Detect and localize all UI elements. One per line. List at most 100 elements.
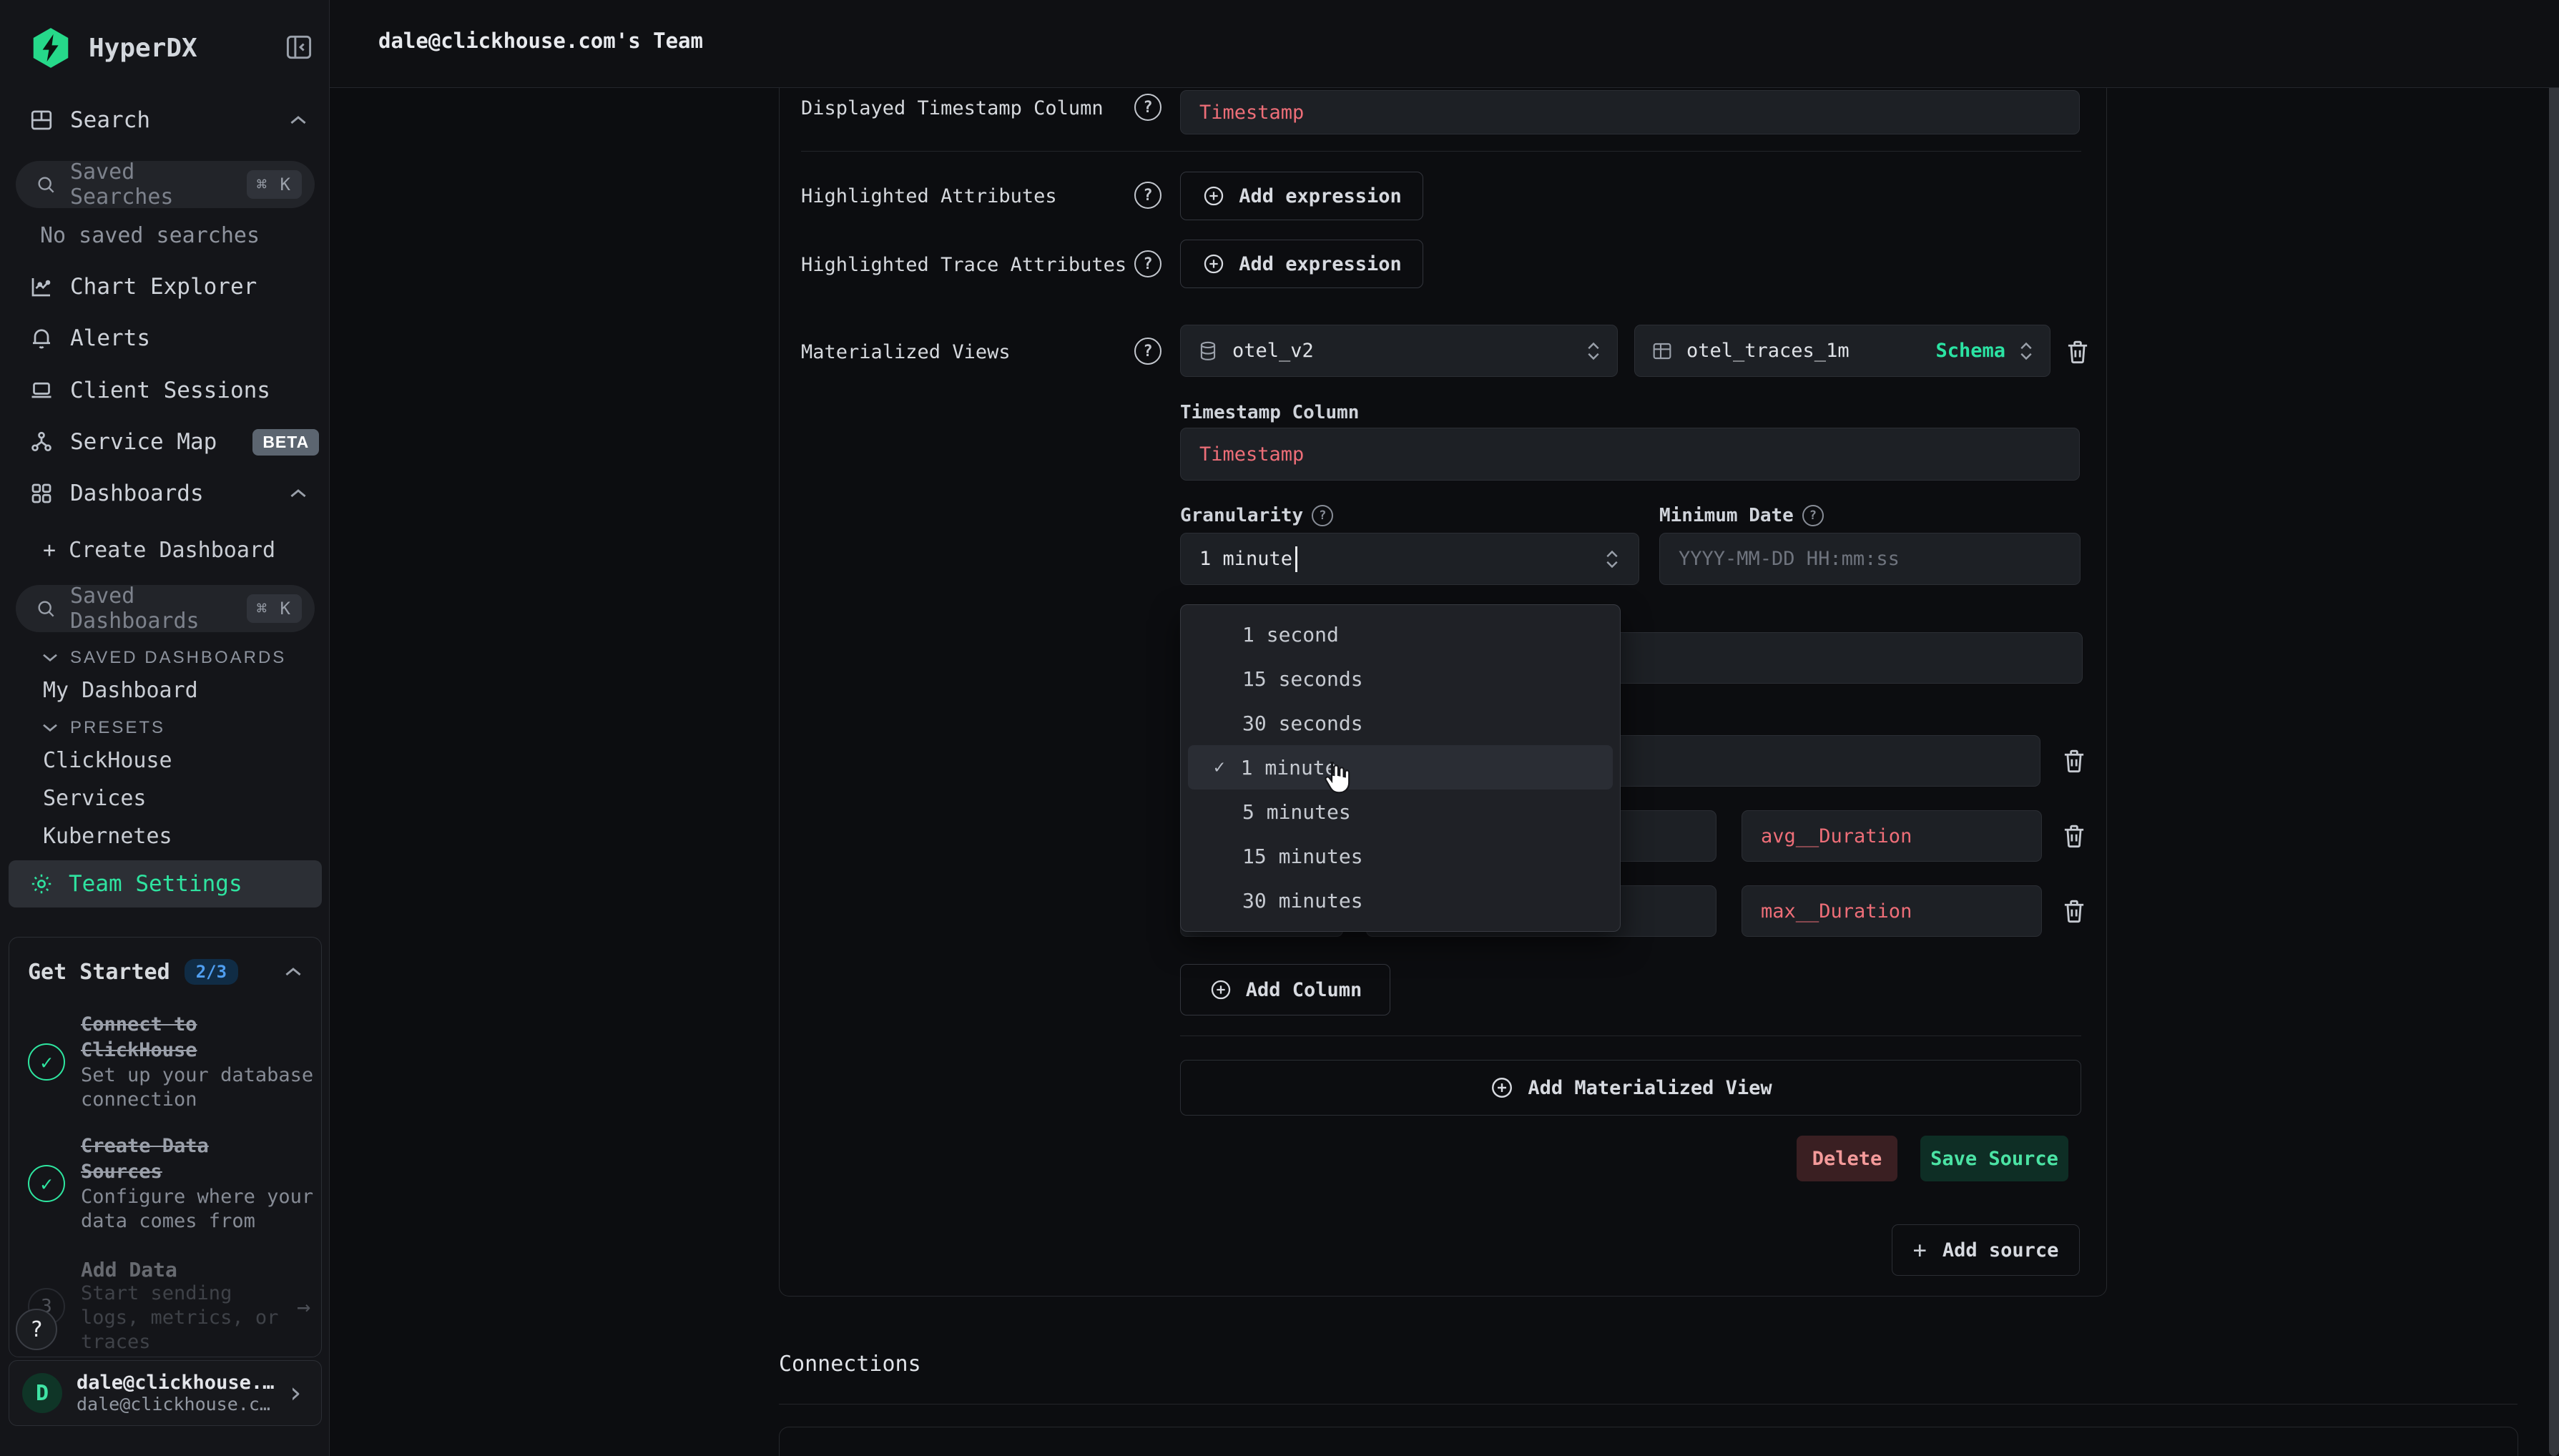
team-settings-label: Team Settings bbox=[69, 871, 242, 897]
timestamp-column-input[interactable]: Timestamp bbox=[1180, 428, 2080, 481]
delete-column-trash-icon[interactable] bbox=[2059, 821, 2089, 851]
connections-heading: Connections bbox=[779, 1352, 921, 1377]
sidebar-item-alerts[interactable]: Alerts bbox=[0, 315, 330, 361]
presets-header[interactable]: PRESETS bbox=[41, 718, 165, 738]
sidebar-item-chart-explorer[interactable]: Chart Explorer bbox=[0, 264, 330, 310]
sidebar-item-services[interactable]: Services bbox=[43, 786, 147, 811]
get-started-title: Get Started bbox=[28, 960, 170, 985]
user-name: dale@clickhouse.… bbox=[77, 1372, 272, 1394]
brand[interactable]: HyperDX bbox=[29, 26, 197, 70]
add-expression-button[interactable]: Add expression bbox=[1180, 240, 1423, 288]
step-title: Connect to ClickHouse bbox=[81, 1012, 245, 1063]
highlighted-trace-attributes-label: Highlighted Trace Attributes bbox=[801, 254, 1126, 276]
select-caret-icon bbox=[1586, 340, 1601, 362]
dropdown-option[interactable]: 30 seconds bbox=[1188, 701, 1613, 745]
timestamp-column-label: Timestamp Column bbox=[1180, 402, 1359, 423]
dropdown-option[interactable]: 15 minutes bbox=[1188, 834, 1613, 878]
collapse-sidebar-icon[interactable] bbox=[283, 31, 315, 63]
page-scrollbar[interactable] bbox=[2549, 0, 2559, 1456]
sidebar-item-label: Dashboards bbox=[70, 481, 204, 506]
column-alias-input[interactable]: avg__Duration bbox=[1742, 810, 2042, 862]
search-section-icon bbox=[29, 107, 54, 133]
displayed-timestamp-label: Displayed Timestamp Column bbox=[801, 97, 1104, 119]
user-menu[interactable]: D dale@clickhouse.… dale@clickhouse.c… › bbox=[9, 1360, 322, 1426]
gear-icon bbox=[29, 871, 54, 897]
add-expression-button[interactable]: Add expression bbox=[1180, 172, 1423, 220]
add-column-button[interactable]: Add Column bbox=[1180, 964, 1390, 1015]
avatar: D bbox=[22, 1373, 62, 1413]
chevron-up-icon[interactable] bbox=[289, 488, 308, 499]
step-desc: Configure where your data comes from bbox=[81, 1185, 317, 1234]
sidebar-item-search[interactable]: Search bbox=[0, 97, 330, 143]
get-started-step-3[interactable]: 3 Add Data Start sending logs, metrics, … bbox=[9, 1234, 321, 1354]
delete-button[interactable]: Delete bbox=[1797, 1136, 1897, 1181]
sidebar-item-service-map[interactable]: Service Map BETA bbox=[0, 419, 330, 465]
info-circle-icon[interactable]: ? bbox=[1802, 505, 1824, 526]
team-page-title: dale@clickhouse.com's Team bbox=[378, 29, 703, 53]
shortcut-badge: ⌘ K bbox=[247, 170, 302, 199]
saved-dashboards-header[interactable]: SAVED DASHBOARDS bbox=[41, 648, 286, 668]
highlighted-attributes-label: Highlighted Attributes bbox=[801, 185, 1057, 207]
help-circle-icon[interactable]: ? bbox=[1134, 182, 1161, 209]
save-source-button[interactable]: Save Source bbox=[1920, 1136, 2068, 1181]
select-caret-icon bbox=[2018, 340, 2034, 362]
sidebar-item-dashboards[interactable]: Dashboards bbox=[0, 471, 330, 516]
table-icon bbox=[1651, 340, 1674, 363]
topbar: dale@clickhouse.com's Team bbox=[330, 0, 2559, 88]
help-circle-icon[interactable]: ? bbox=[1134, 94, 1161, 121]
sidebar-item-kubernetes[interactable]: Kubernetes bbox=[43, 824, 172, 849]
chevron-down-icon bbox=[41, 722, 60, 734]
delete-view-trash-icon[interactable] bbox=[2063, 337, 2093, 367]
dropdown-option[interactable]: 1 second bbox=[1188, 612, 1613, 656]
get-started-step-1[interactable]: ✓ Connect to ClickHouse Set up your data… bbox=[9, 992, 321, 1112]
sidebar-item-client-sessions[interactable]: Client Sessions bbox=[0, 368, 330, 413]
check-circle-icon: ✓ bbox=[28, 1165, 65, 1202]
materialized-view-select[interactable]: otel_v2 bbox=[1180, 325, 1618, 377]
dashboards-icon bbox=[29, 481, 54, 506]
check-circle-icon: ✓ bbox=[28, 1043, 65, 1081]
chevron-up-icon[interactable] bbox=[289, 114, 308, 126]
delete-column-trash-icon[interactable] bbox=[2059, 896, 2089, 926]
saved-searches-input[interactable]: Saved Searches ⌘ K bbox=[16, 161, 315, 208]
search-icon bbox=[34, 597, 57, 620]
arrow-right-icon: → bbox=[297, 1293, 310, 1320]
plus-circle-icon bbox=[1209, 978, 1233, 1002]
displayed-timestamp-input[interactable]: Timestamp bbox=[1180, 90, 2080, 134]
plus-icon: + bbox=[1913, 1236, 1927, 1264]
plus-circle-icon bbox=[1202, 252, 1226, 276]
minimum-date-input[interactable]: YYYY-MM-DD HH:mm:ss bbox=[1659, 533, 2081, 585]
create-dashboard-button[interactable]: + Create Dashboard bbox=[43, 538, 275, 563]
sidebar-item-team-settings[interactable]: Team Settings bbox=[9, 860, 322, 907]
no-saved-searches-text: No saved searches bbox=[40, 223, 260, 248]
minimum-date-placeholder: YYYY-MM-DD HH:mm:ss bbox=[1679, 548, 1900, 570]
table-select[interactable]: otel_traces_1m Schema bbox=[1634, 325, 2050, 377]
sidebar-item-my-dashboard[interactable]: My Dashboard bbox=[43, 678, 198, 703]
dropdown-option-selected[interactable]: ✓ 1 minute bbox=[1188, 745, 1613, 790]
granularity-select[interactable]: 1 minute bbox=[1180, 533, 1639, 585]
dropdown-option[interactable]: 5 minutes bbox=[1188, 790, 1613, 834]
schema-link[interactable]: Schema bbox=[1935, 340, 2005, 362]
check-icon: ✓ bbox=[1214, 757, 1225, 778]
divider bbox=[779, 1404, 2518, 1405]
info-circle-icon[interactable]: ? bbox=[1312, 505, 1333, 526]
hyperdx-logo-icon bbox=[29, 26, 73, 70]
help-circle-icon[interactable]: ? bbox=[1134, 250, 1161, 277]
add-materialized-view-button[interactable]: Add Materialized View bbox=[1180, 1060, 2081, 1116]
dropdown-option[interactable]: 30 minutes bbox=[1188, 878, 1613, 923]
chevron-right-icon: › bbox=[287, 1377, 304, 1410]
delete-column-trash-icon[interactable] bbox=[2059, 746, 2089, 776]
user-email: dale@clickhouse.c… bbox=[77, 1394, 272, 1415]
dropdown-option[interactable]: 15 seconds bbox=[1188, 656, 1613, 701]
add-source-button[interactable]: + Add source bbox=[1892, 1224, 2080, 1276]
help-button[interactable]: ? bbox=[16, 1309, 57, 1350]
chevron-up-icon[interactable] bbox=[284, 966, 303, 978]
get-started-step-2[interactable]: ✓ Create Data Sources Configure where yo… bbox=[9, 1112, 321, 1234]
sidebar-item-label: Chart Explorer bbox=[70, 274, 257, 300]
sidebar-item-clickhouse[interactable]: ClickHouse bbox=[43, 748, 172, 773]
hyperdx-app: dale@clickhouse.com's Team HyperDX Searc… bbox=[0, 0, 2559, 1456]
saved-dashboards-input[interactable]: Saved Dashboards ⌘ K bbox=[16, 585, 315, 632]
progress-badge: 2/3 bbox=[185, 959, 238, 985]
help-circle-icon[interactable]: ? bbox=[1134, 338, 1161, 365]
sidebar-item-label: Client Sessions bbox=[70, 378, 270, 403]
column-alias-input[interactable]: max__Duration bbox=[1742, 885, 2042, 937]
